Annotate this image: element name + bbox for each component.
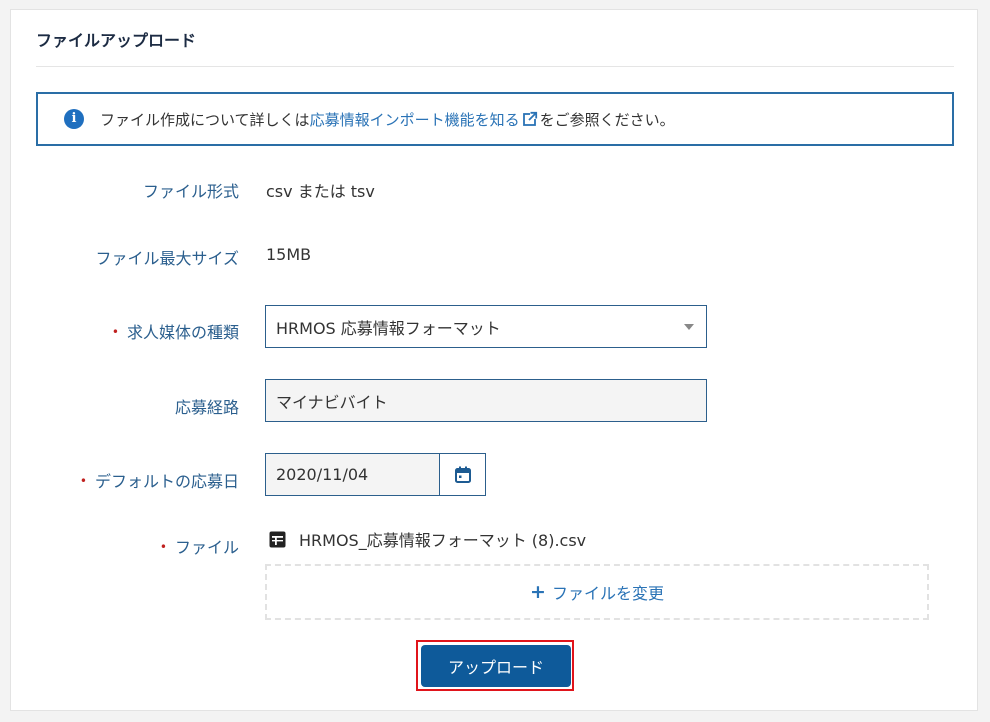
max-size-value: 15MB <box>266 245 312 264</box>
info-text-before: ファイル作成について詳しくは <box>100 110 310 129</box>
file-label-group: • ファイル <box>160 534 239 558</box>
media-type-select[interactable]: HRMOS 応募情報フォーマット <box>265 305 707 348</box>
plus-icon: + <box>530 581 546 603</box>
info-text-after: をご参照ください。 <box>539 110 675 129</box>
change-file-label: ファイルを変更 <box>551 584 664 603</box>
spreadsheet-file-icon <box>269 531 286 547</box>
date-picker <box>265 453 486 496</box>
route-input[interactable] <box>265 379 707 422</box>
upload-button[interactable]: アップロード <box>421 645 571 687</box>
change-file-button[interactable]: + ファイルを変更 <box>265 564 929 620</box>
required-mark: • <box>159 540 167 554</box>
file-format-label: ファイル形式 <box>142 182 239 201</box>
file-format-value: csv または tsv <box>266 182 375 201</box>
default-date-label: デフォルトの応募日 <box>94 472 239 491</box>
chevron-down-icon <box>684 324 694 330</box>
max-size-label: ファイル最大サイズ <box>95 249 239 268</box>
card-title: ファイルアップロード <box>36 31 197 50</box>
default-date-label-group: • デフォルトの応募日 <box>80 468 239 492</box>
selected-file-name: HRMOS_応募情報フォーマット (8).csv <box>299 531 587 550</box>
file-label: ファイル <box>174 538 239 557</box>
external-link-icon[interactable] <box>522 111 538 127</box>
selected-file: HRMOS_応募情報フォーマット (8).csv <box>269 527 586 551</box>
media-type-selected: HRMOS 応募情報フォーマット <box>276 318 501 338</box>
calendar-button[interactable] <box>440 454 485 495</box>
media-type-label-group: • 求人媒体の種類 <box>112 319 239 343</box>
info-icon: i <box>64 109 84 129</box>
route-label: 応募経路 <box>174 398 239 417</box>
required-mark: • <box>79 474 87 488</box>
file-upload-card: ファイルアップロード i ファイル作成について詳しくは 応募情報インポート機能を… <box>10 9 978 711</box>
required-mark: • <box>111 325 119 339</box>
calendar-icon <box>454 466 471 483</box>
import-help-link[interactable]: 応募情報インポート機能を知る <box>310 109 520 130</box>
media-type-label: 求人媒体の種類 <box>126 323 239 342</box>
default-date-input[interactable] <box>266 454 440 495</box>
title-divider <box>36 66 954 67</box>
info-banner: i ファイル作成について詳しくは 応募情報インポート機能を知る をご参照ください… <box>36 92 954 146</box>
